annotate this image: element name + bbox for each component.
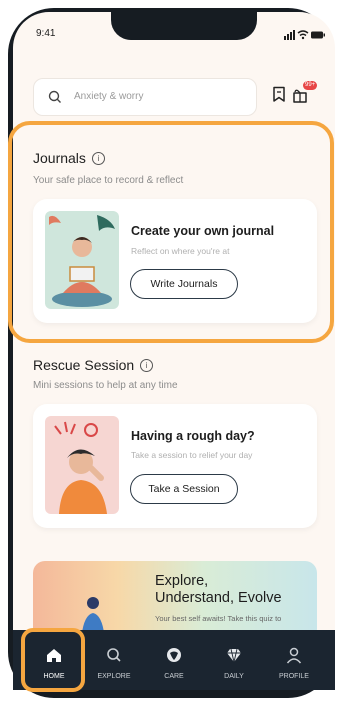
search-placeholder: Anxiety & worry [74, 91, 144, 102]
status-time: 9:41 [36, 28, 56, 39]
phone-notch [111, 12, 257, 40]
rescue-heading: Rescue Session i [33, 357, 154, 373]
journal-card-title: Create your own journal [131, 224, 275, 238]
take-session-button[interactable]: Take a Session [130, 474, 238, 504]
nav-item-explore[interactable]: EXPLORE [86, 630, 142, 690]
search-icon [48, 90, 61, 103]
rescue-illustration [45, 416, 119, 514]
promo-title-line1: Explore, [155, 573, 209, 589]
notification-badge: 99+ [303, 81, 318, 90]
profile-icon [286, 647, 302, 664]
rescue-subtitle: Mini sessions to help at any time [33, 380, 178, 391]
search-icon [107, 648, 121, 662]
nav-item-profile[interactable]: PROFILE [266, 630, 322, 690]
nav-item-care[interactable]: CARE [146, 630, 202, 690]
nav-label-explore: EXPLORE [97, 673, 131, 680]
rescue-card-title: Having a rough day? [131, 429, 255, 443]
nav-item-daily[interactable]: DAILY [206, 630, 262, 690]
care-icon [167, 648, 181, 662]
nav-label-care: CARE [164, 673, 184, 680]
battery-icon [311, 31, 325, 39]
promo-title-line2: Understand, Evolve [155, 590, 282, 606]
promo-text: Your best self awaits! Take this quiz to [155, 614, 282, 623]
info-icon[interactable]: i [91, 152, 105, 165]
journal-card-subtitle: Reflect on where you're at [131, 246, 230, 256]
journals-heading: Journals i [33, 150, 105, 166]
home-highlight [21, 628, 85, 692]
wifi-icon [297, 30, 309, 40]
promo-title: Explore, Understand, Evolve [155, 573, 282, 607]
journals-title: Journals [33, 150, 86, 166]
signal-icon [284, 30, 295, 40]
rescue-title: Rescue Session [33, 357, 135, 373]
nav-label-daily: DAILY [224, 673, 244, 680]
search-input[interactable]: Anxiety & worry [33, 78, 257, 116]
rescue-card-subtitle: Take a session to relief your day [131, 450, 253, 460]
journal-illustration [45, 211, 119, 309]
diamond-icon [227, 648, 241, 663]
journal-card[interactable]: Create your own journal Reflect on where… [33, 199, 317, 323]
nav-label-profile: PROFILE [279, 673, 309, 680]
status-icons [284, 30, 325, 40]
bookmark-icon[interactable] [272, 86, 286, 103]
journals-subtitle: Your safe place to record & reflect [33, 175, 184, 186]
info-icon[interactable]: i [140, 359, 154, 372]
write-journals-button[interactable]: Write Journals [130, 269, 238, 299]
rescue-card[interactable]: Having a rough day? Take a session to re… [33, 404, 317, 528]
